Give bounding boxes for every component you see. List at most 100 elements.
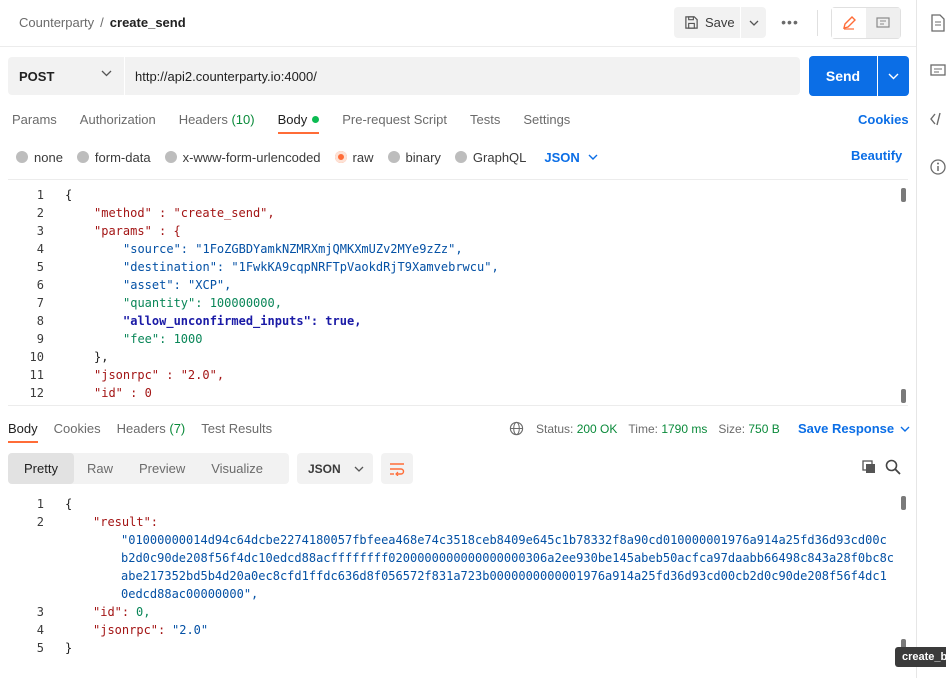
size-label: Size:	[718, 421, 746, 436]
code-text: "jsonrpc":	[93, 623, 166, 637]
send-button[interactable]: Send	[809, 56, 877, 96]
comment-mode-button[interactable]	[866, 8, 900, 38]
response-body-viewer[interactable]: 1{ 2 "result": "01000000014d94c64dcbe2274…	[8, 494, 908, 662]
tab-tests[interactable]: Tests	[470, 112, 500, 134]
code-line: 11 "jsonrpc" : "2.0",	[8, 366, 888, 384]
code-text: "id":	[93, 605, 130, 619]
code-text: abe217352bd5b4d20a0ec8cfd1ffdc636d8f0565…	[121, 569, 887, 583]
body-type-binary[interactable]: binary	[387, 150, 441, 165]
radio-none[interactable]	[16, 151, 28, 163]
response-language-select[interactable]: JSON	[297, 453, 373, 484]
method-select[interactable]: POST	[8, 57, 124, 95]
wrap-lines-icon	[390, 462, 405, 476]
code-text: "quantity": 100000000,	[123, 296, 282, 310]
radio-graphql[interactable]	[454, 151, 467, 163]
code-text: 0,	[136, 605, 151, 619]
tab-pre-request-script[interactable]: Pre-request Script	[342, 112, 447, 134]
edit-mode-button[interactable]	[832, 8, 866, 38]
view-preview[interactable]: Preview	[126, 453, 198, 484]
code-snippet-icon[interactable]	[929, 110, 946, 128]
toolbar-divider	[817, 10, 818, 36]
code-text: "jsonrpc" : "2.0",	[94, 368, 225, 382]
body-type-options: none form-data x-www-form-urlencoded raw…	[16, 148, 598, 166]
tab-body[interactable]: Body	[277, 112, 320, 134]
tab-headers[interactable]: Headers (10)	[179, 112, 255, 134]
tab-headers-label: Headers	[178, 112, 228, 127]
code-text: {	[65, 188, 73, 202]
response-status[interactable]: Status: 200 OK	[536, 422, 617, 436]
wrap-lines-button[interactable]	[381, 453, 413, 484]
response-tab-body[interactable]: Body	[8, 421, 38, 443]
cookies-link[interactable]: Cookies	[858, 112, 909, 127]
code-line: 4 "source": "1FoZGBDYamkNZMRXmjQMKXmUZv2M…	[8, 240, 888, 258]
body-type-none[interactable]: none	[16, 150, 63, 165]
save-response-button[interactable]: Save Response	[798, 421, 910, 436]
view-pretty[interactable]: Pretty	[8, 453, 74, 484]
body-type-urlencoded-label: x-www-form-urlencoded	[182, 149, 321, 165]
code-text: "allow_unconfirmed_inputs": true,	[123, 314, 362, 328]
radio-urlencoded[interactable]	[164, 151, 177, 163]
code-text: "id" : 0	[94, 386, 152, 400]
radio-binary[interactable]	[387, 151, 400, 163]
code-text: b2d0c90de208f56f4dc10edcd88acffffffff020…	[121, 551, 895, 565]
body-language-select[interactable]: JSON	[544, 150, 598, 165]
more-actions-button[interactable]: •••	[778, 12, 802, 32]
code-text: "params" : {	[94, 224, 181, 238]
comments-icon[interactable]	[929, 62, 946, 80]
beautify-button[interactable]: Beautify	[851, 148, 902, 163]
url-input[interactable]: http://api2.counterparty.io:4000/	[125, 57, 800, 95]
search-icon[interactable]	[885, 459, 901, 475]
response-time[interactable]: Time: 1790 ms	[628, 422, 707, 436]
body-type-form-data[interactable]: form-data	[76, 149, 151, 165]
body-type-form-data-label: form-data	[94, 149, 151, 165]
code-line: 8 "allow_unconfirmed_inputs": true,	[8, 312, 888, 330]
response-language-value: JSON	[308, 461, 341, 476]
line-number: 8	[36, 314, 44, 328]
body-modified-indicator	[312, 116, 320, 124]
code-text: "asset": "XCP",	[123, 278, 232, 292]
save-options-dropdown[interactable]	[741, 7, 766, 38]
line-number: 7	[36, 296, 44, 310]
response-tab-cookies[interactable]: Cookies	[54, 421, 101, 443]
tab-params[interactable]: Params	[12, 112, 57, 134]
response-meta: Status: 200 OK Time: 1790 ms Size: 750 B	[509, 421, 791, 436]
globe-icon[interactable]	[509, 421, 524, 436]
request-tabs: Params Authorization Headers (10) Body P…	[12, 112, 593, 134]
time-value: 1790 ms	[661, 421, 708, 436]
view-visualize[interactable]: Visualize	[198, 453, 276, 484]
editor-scrollbar-bottom[interactable]	[901, 389, 906, 403]
header-divider	[0, 46, 916, 47]
radio-raw[interactable]	[334, 151, 347, 163]
radio-form-data[interactable]	[76, 151, 89, 163]
tab-authorization[interactable]: Authorization	[80, 112, 156, 134]
request-body-editor[interactable]: 1{ 2 "method" : "create_send", 3 "params" …	[8, 179, 908, 406]
documentation-icon[interactable]	[929, 14, 946, 32]
response-size[interactable]: Size: 750 B	[718, 422, 779, 436]
tab-settings[interactable]: Settings	[523, 112, 570, 134]
code-text: "result":	[93, 515, 159, 529]
body-type-raw[interactable]: raw	[334, 150, 374, 165]
line-number: 10	[29, 350, 44, 364]
breadcrumb-collection[interactable]: Counterparty	[19, 15, 94, 30]
comment-icon	[876, 17, 890, 28]
breadcrumb-request-name[interactable]: create_send	[110, 15, 186, 30]
code-line: 5}	[8, 639, 888, 657]
response-tab-headers[interactable]: Headers (7)	[117, 421, 186, 443]
line-number: 9	[36, 332, 44, 346]
editor-scrollbar-top[interactable]	[901, 188, 906, 202]
info-icon[interactable]	[929, 158, 946, 176]
response-scrollbar-top[interactable]	[901, 496, 906, 510]
copy-icon[interactable]	[861, 459, 877, 475]
method-value: POST	[19, 68, 55, 84]
chevron-down-icon	[749, 20, 758, 26]
save-button-label: Save	[705, 15, 735, 30]
response-tab-test-results[interactable]: Test Results	[201, 421, 272, 443]
body-type-graphql[interactable]: GraphQL	[454, 150, 526, 165]
pencil-icon	[843, 16, 856, 30]
body-type-urlencoded[interactable]: x-www-form-urlencoded	[164, 149, 321, 165]
code-line: 9 "fee": 1000	[8, 330, 888, 348]
send-options-dropdown[interactable]	[878, 56, 909, 96]
view-raw[interactable]: Raw	[74, 453, 126, 484]
code-line: 3 "params" : {	[8, 222, 888, 240]
save-button[interactable]: Save	[674, 7, 740, 38]
